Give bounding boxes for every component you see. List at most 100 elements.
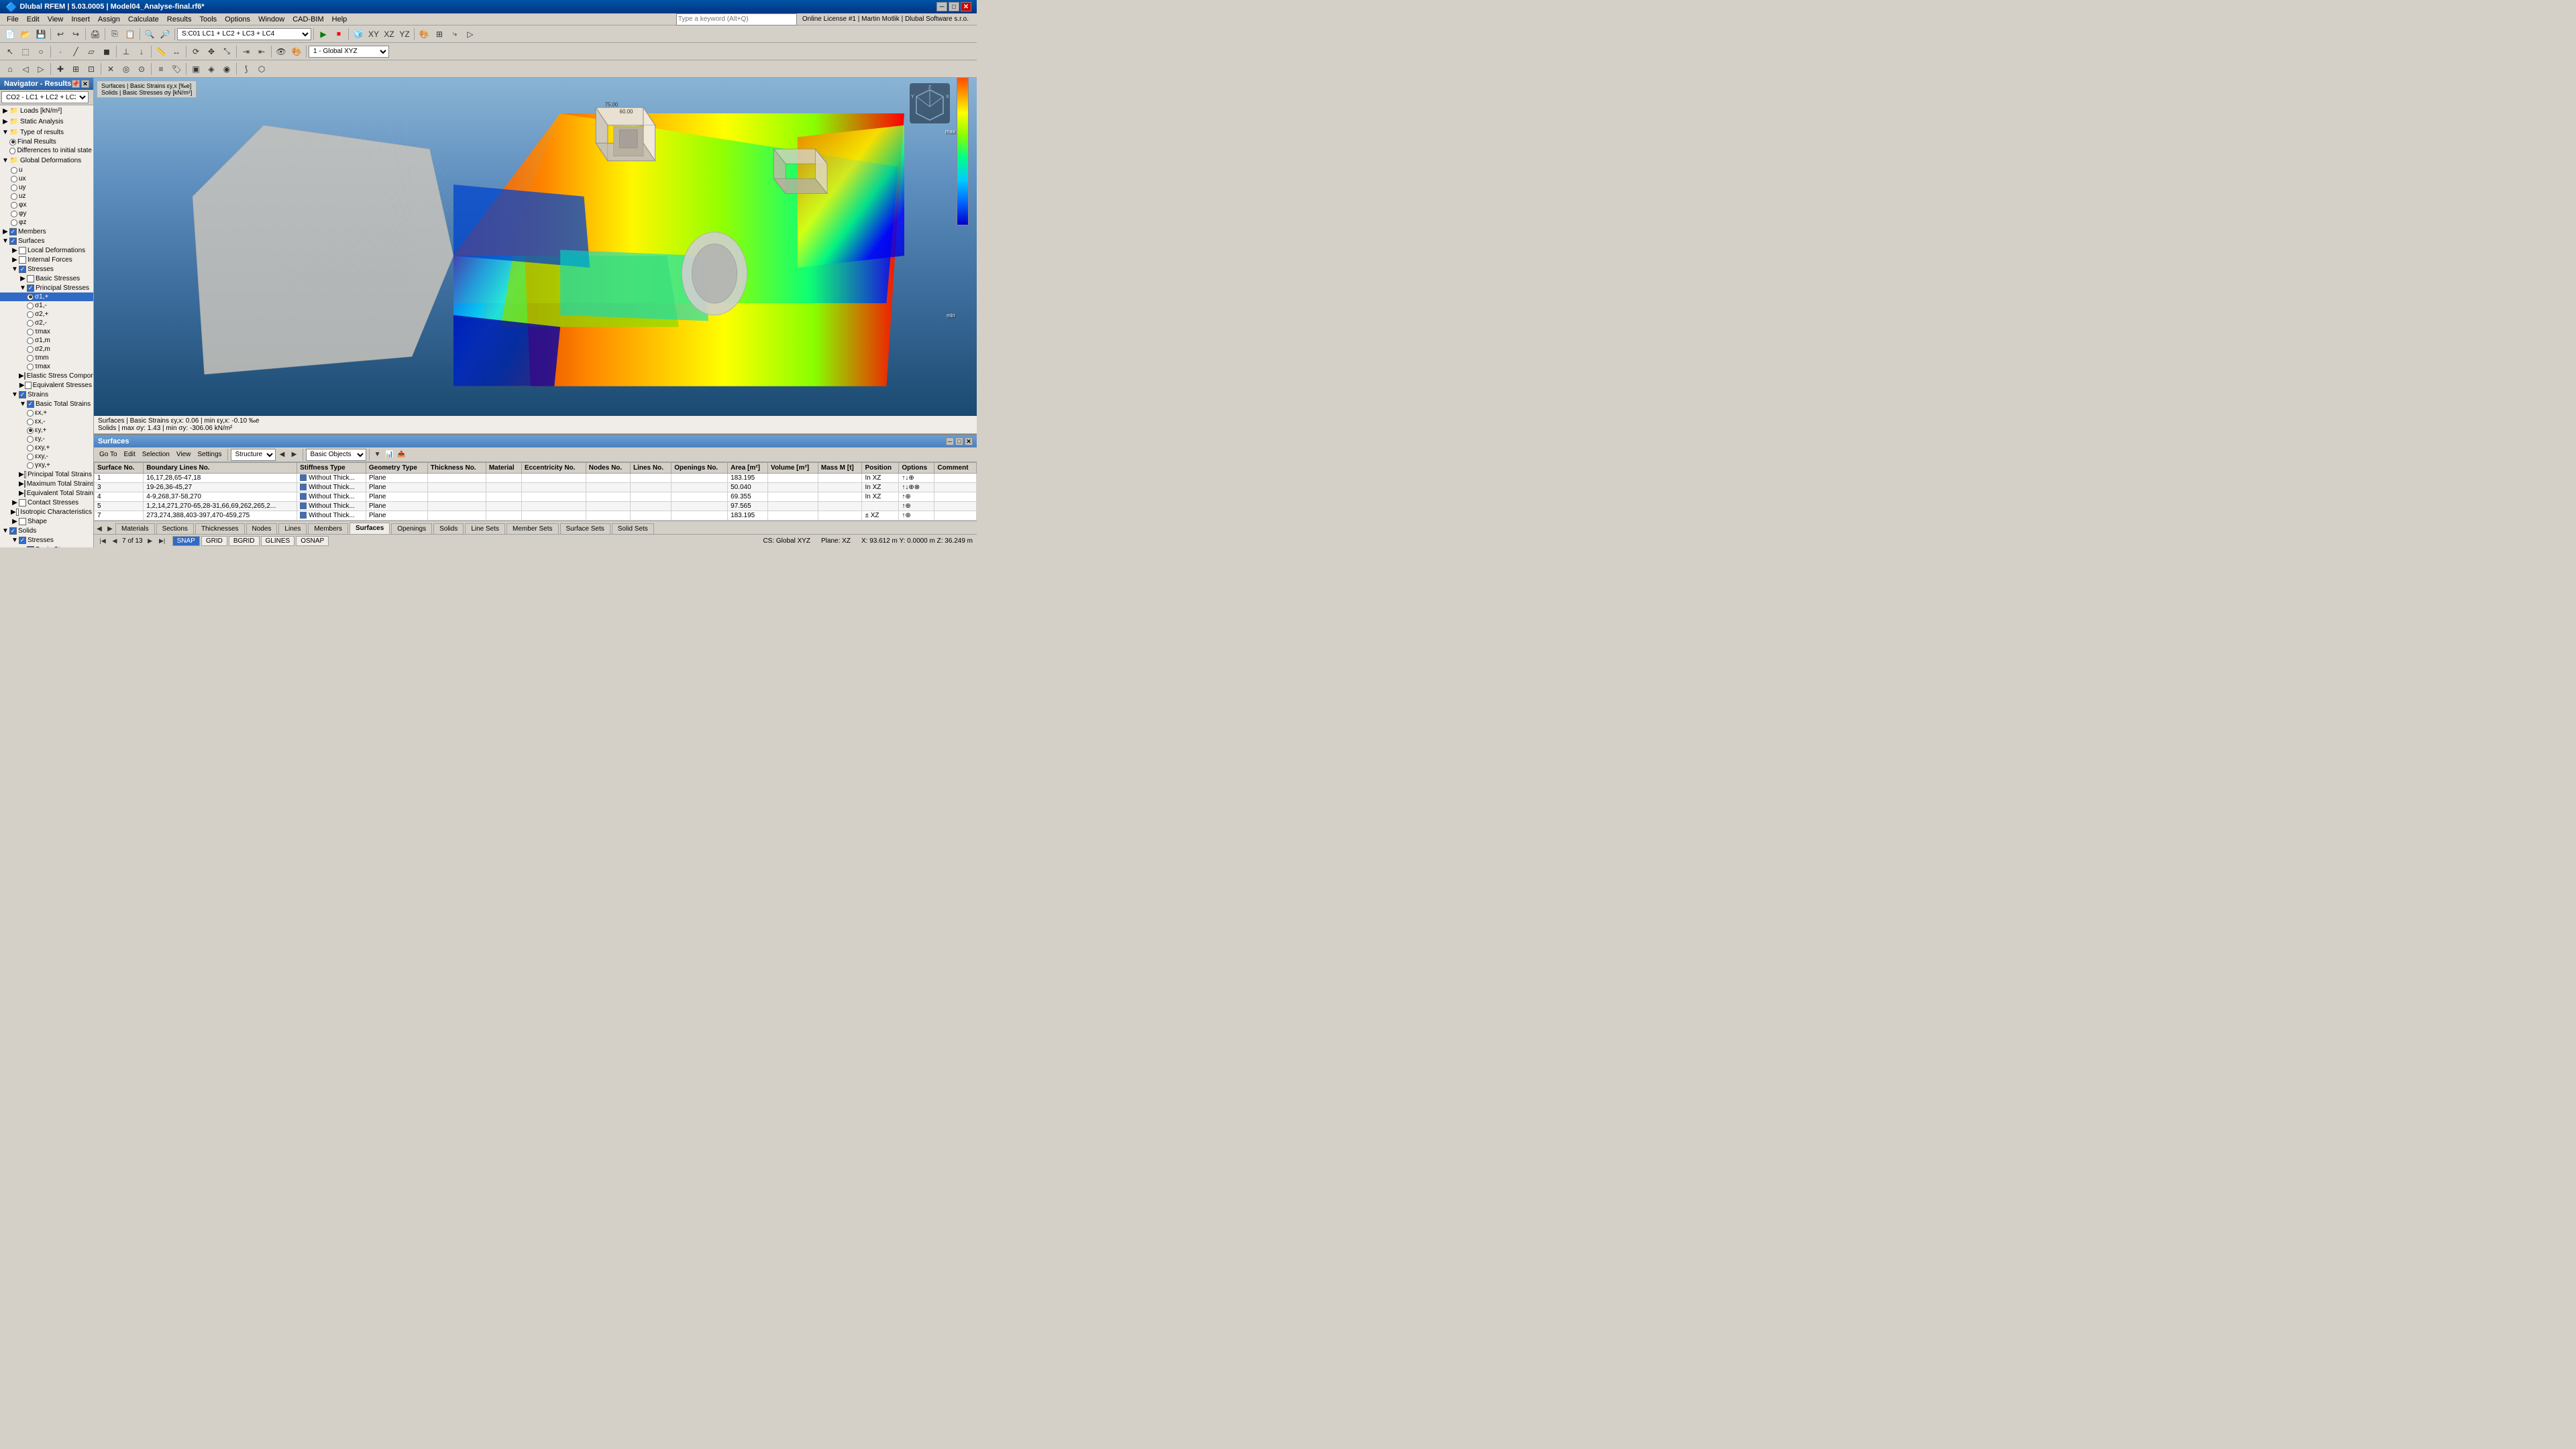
stresses-toggle[interactable]: ▼ (11, 265, 19, 273)
viewxy-button[interactable]: XY (366, 27, 381, 42)
gxy-radio[interactable] (27, 462, 34, 469)
static-toggle[interactable]: ▶ (1, 117, 9, 125)
osnap-button-status[interactable]: OSNAP (296, 536, 329, 546)
tree-phiz[interactable]: φz (0, 218, 93, 227)
tree-equiv-total[interactable]: ▶ Equivalent Total Strains (0, 488, 93, 498)
back-button[interactable]: ◁ (18, 62, 33, 76)
result-surface-btn[interactable]: ▣ (189, 62, 203, 76)
tab-sections[interactable]: Sections (156, 523, 194, 534)
exy-radio[interactable] (27, 445, 34, 451)
stresses-chk[interactable]: ✓ (19, 266, 26, 273)
menu-window[interactable]: Window (254, 14, 288, 25)
tree-static[interactable]: ▶ 📁 Static Analysis (0, 116, 93, 127)
menu-help[interactable]: Help (328, 14, 352, 25)
tree-sigma2m[interactable]: σ2,- (0, 319, 93, 327)
tab-materials[interactable]: Materials (115, 523, 155, 534)
menu-options[interactable]: Options (221, 14, 254, 25)
table-row[interactable]: 319-26,36-45,27Without Thick...Plane50.0… (95, 483, 977, 492)
glines-button[interactable]: GLINES (261, 536, 295, 546)
int-forces-chk[interactable] (19, 256, 26, 264)
basic-objects-combo[interactable]: Basic Objects (306, 449, 366, 461)
exx-radio[interactable] (27, 410, 34, 417)
tree-solids[interactable]: ▼ ✓ Solids (0, 526, 93, 535)
results-view[interactable]: View (174, 450, 194, 459)
move-button[interactable]: ✥ (204, 44, 219, 59)
bgrid-button[interactable]: BGRID (229, 536, 260, 546)
phix-radio[interactable] (11, 202, 17, 209)
tree-isotropic[interactable]: ▶ Isotropic Characteristics (0, 507, 93, 517)
iso-toggle[interactable]: ▶ (11, 508, 16, 516)
tab-line-sets[interactable]: Line Sets (465, 523, 505, 534)
tree-uz[interactable]: uz (0, 192, 93, 201)
cs-toggle[interactable]: ▶ (11, 498, 19, 506)
mesh-button[interactable]: ⊞ (432, 27, 447, 42)
pt-chk[interactable] (24, 471, 26, 478)
tree-final-results[interactable]: Final Results (0, 138, 93, 146)
merge-button[interactable]: ⇤ (254, 44, 269, 59)
lasso-button[interactable]: ○ (34, 44, 48, 59)
filter-button[interactable]: ▼ (372, 449, 383, 460)
menu-results[interactable]: Results (163, 14, 196, 25)
render-button[interactable]: 🎨 (417, 27, 431, 42)
tree-sigma1p[interactable]: σ1,+ (0, 292, 93, 301)
sigma1m-radio[interactable] (27, 303, 34, 309)
pt-toggle[interactable]: ▶ (19, 470, 24, 478)
tab-solid-sets[interactable]: Solid Sets (612, 523, 654, 534)
tree-sigma2p[interactable]: σ2,+ (0, 310, 93, 319)
et-chk[interactable] (24, 490, 25, 497)
elastic-toggle[interactable]: ▶ (19, 372, 24, 380)
mt-toggle[interactable]: ▶ (19, 480, 24, 488)
view3d-button[interactable]: 🧊 (351, 27, 366, 42)
node-button[interactable]: · (53, 44, 68, 59)
next-button[interactable]: ▶ (289, 449, 300, 460)
results-selection[interactable]: Selection (140, 450, 172, 459)
tree-exxm[interactable]: εx,- (0, 417, 93, 426)
tree-strains[interactable]: ▼ ✓ Strains (0, 390, 93, 399)
osnap-button[interactable]: ⊡ (84, 62, 99, 76)
box-select-button[interactable]: ⬚ (18, 44, 33, 59)
nav-combo[interactable]: CO2 - LC1 + LC2 + LC3 + LC4 (1, 91, 89, 103)
tree-taumax[interactable]: τmax (0, 327, 93, 336)
iso-chk[interactable] (16, 508, 19, 516)
rotate-button[interactable]: ⟳ (189, 44, 203, 59)
grid-button[interactable]: ⊞ (68, 62, 83, 76)
viewport-3d[interactable]: 75.00 60.00 Surfaces | Basic Strains εy,… (94, 78, 977, 416)
home-button[interactable]: ⌂ (3, 62, 17, 76)
int-forces-toggle[interactable]: ▶ (11, 256, 19, 264)
tree-sigma1m[interactable]: σ1,- (0, 301, 93, 310)
chart-button[interactable]: 📊 (384, 449, 395, 460)
bts-toggle[interactable]: ▼ (19, 400, 27, 408)
structure-combo[interactable]: Structure (231, 449, 276, 461)
mt-chk[interactable] (24, 480, 25, 488)
tree-ux[interactable]: ux (0, 174, 93, 183)
status-last-button[interactable]: ▶| (158, 537, 167, 546)
tree-gxy[interactable]: γxy,+ (0, 461, 93, 470)
table-row[interactable]: 51,2,14,271,270-65,28-31,66,69,262,265,2… (95, 502, 977, 511)
tab-surface-sets[interactable]: Surface Sets (560, 523, 610, 534)
final-results-radio[interactable] (9, 139, 16, 146)
tree-taumm[interactable]: τmm (0, 354, 93, 362)
dimension-button[interactable]: ↔ (169, 44, 184, 59)
tree-solid-stresses[interactable]: ▼ ✓ Stresses (0, 535, 93, 545)
basic-stresses-toggle[interactable]: ▶ (19, 274, 27, 282)
select-button[interactable]: ↖ (3, 44, 17, 59)
display-button[interactable]: 👁 (274, 44, 288, 59)
tab-nav-right[interactable]: ▶ (105, 523, 115, 534)
strains-chk[interactable]: ✓ (19, 391, 26, 398)
tab-nodes[interactable]: Nodes (246, 523, 278, 534)
taumax2-radio[interactable] (27, 364, 34, 370)
hide-button[interactable]: ◎ (119, 62, 133, 76)
menu-insert[interactable]: Insert (67, 14, 94, 25)
sigma1m2-radio[interactable] (27, 337, 34, 344)
taumm-radio[interactable] (27, 355, 34, 362)
snap-button[interactable]: SNAP (172, 536, 200, 546)
results-minimize-button[interactable]: ─ (946, 437, 954, 445)
tree-taumax2[interactable]: τmax (0, 362, 93, 371)
menu-assign[interactable]: Assign (94, 14, 124, 25)
tab-members[interactable]: Members (308, 523, 348, 534)
sigma1p-radio[interactable] (27, 294, 34, 301)
ss-chk[interactable]: ✓ (19, 537, 26, 544)
results-goto[interactable]: Go To (97, 450, 120, 459)
viewyz-button[interactable]: YZ (397, 27, 412, 42)
type-results-toggle[interactable]: ▼ (1, 128, 9, 136)
